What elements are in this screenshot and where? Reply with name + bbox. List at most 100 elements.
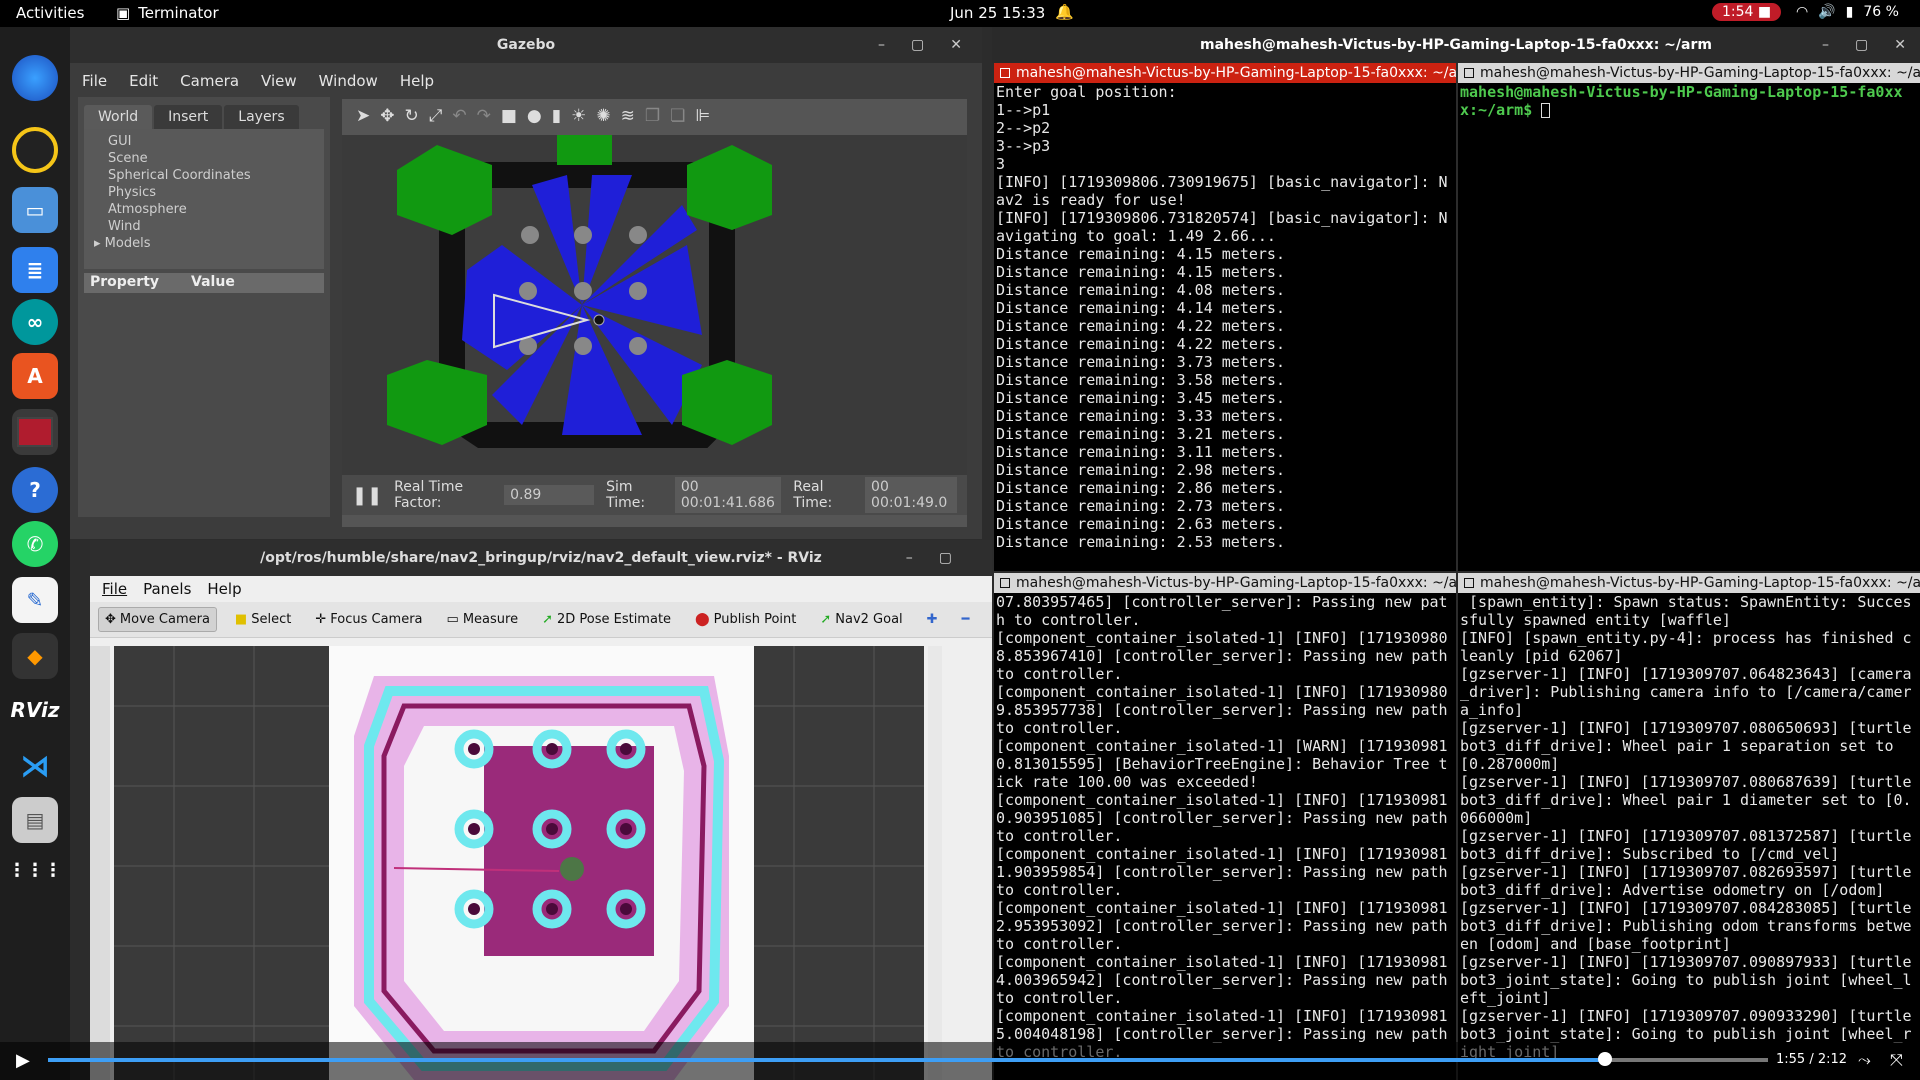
pose-estimate-button[interactable]: ➚ 2D Pose Estimate — [536, 608, 677, 631]
focus-camera-button[interactable]: ✛ Focus Camera — [309, 608, 428, 631]
cylinder-shape-icon[interactable]: ▮ — [552, 106, 561, 126]
terminal-pane-4-title[interactable]: mahesh@mahesh-Victus-by-HP-Gaming-Laptop… — [1458, 573, 1920, 593]
menu-window[interactable]: Window — [319, 72, 378, 90]
tree-item-models[interactable]: ▸ Models — [94, 235, 300, 252]
publish-point-label: Publish Point — [713, 612, 797, 627]
terminator-titlebar[interactable]: mahesh@mahesh-Victus-by-HP-Gaming-Laptop… — [992, 27, 1920, 63]
menu-camera[interactable]: Camera — [180, 72, 239, 90]
sphere-shape-icon[interactable]: ● — [527, 106, 542, 126]
terminal-pane-3-output[interactable]: 07.803957465] [controller_server]: Passi… — [994, 593, 1456, 1061]
rviz-3d-view[interactable] — [114, 646, 924, 1080]
gazebo-scene[interactable] — [342, 135, 967, 475]
tree-item-spherical-coordinates[interactable]: Spherical Coordinates — [108, 167, 300, 184]
align-icon[interactable]: ⊫ — [695, 106, 710, 126]
directional-light-icon[interactable]: ≋ — [621, 106, 635, 126]
terminal-pane-1[interactable]: mahesh@mahesh-Victus-by-HP-Gaming-Laptop… — [994, 63, 1456, 571]
active-app-menu[interactable]: ▣ Terminator — [116, 4, 219, 22]
minimize-icon[interactable]: – — [878, 27, 885, 63]
redo-icon[interactable]: ↷ — [477, 106, 491, 126]
files-icon[interactable]: ▭ — [12, 187, 58, 233]
spot-light-icon[interactable]: ✺ — [596, 106, 610, 126]
select-arrow-icon[interactable]: ➤ — [356, 106, 370, 126]
help-icon[interactable]: ? — [12, 467, 58, 513]
terminal-pane-1-title[interactable]: mahesh@mahesh-Victus-by-HP-Gaming-Laptop… — [994, 63, 1456, 83]
activities-button[interactable]: Activities — [16, 4, 84, 22]
screen-recording-indicator[interactable]: 1:54 ■ — [1712, 3, 1782, 21]
arduino-icon[interactable]: ∞ — [12, 299, 58, 345]
remove-tool-button[interactable]: ━ — [956, 608, 976, 631]
select-button[interactable]: ■ Select — [229, 608, 297, 631]
move-camera-button[interactable]: ✥ Move Camera — [98, 607, 217, 632]
real-time-label: Real Time: — [793, 479, 833, 511]
terminator-icon[interactable] — [12, 409, 58, 455]
disk-icon[interactable]: ▤ — [12, 797, 58, 843]
tree-item-physics[interactable]: Physics — [108, 184, 300, 201]
terminal-pane-2[interactable]: mahesh@mahesh-Victus-by-HP-Gaming-Laptop… — [1458, 63, 1920, 571]
text-editor-icon[interactable]: ✎ — [12, 577, 58, 623]
nav2-goal-button[interactable]: ➚ Nav2 Goal — [814, 608, 908, 631]
menu-view[interactable]: View — [261, 72, 297, 90]
terminal-pane-2-title[interactable]: mahesh@mahesh-Victus-by-HP-Gaming-Laptop… — [1458, 63, 1920, 83]
menu-edit[interactable]: Edit — [129, 72, 158, 90]
system-tray[interactable]: ◠ 🔊 ▮ 76 % — [1796, 4, 1899, 20]
rviz-left-dock-handle[interactable] — [90, 646, 110, 1080]
gazebo-titlebar[interactable]: Gazebo – ▢ ✕ — [70, 27, 982, 63]
video-seek-bar[interactable] — [48, 1052, 1768, 1066]
scale-icon[interactable]: ⤢ — [429, 106, 443, 126]
rotate-icon[interactable]: ↻ — [405, 106, 419, 126]
pause-icon[interactable]: ❚❚ — [352, 485, 382, 506]
clock[interactable]: Jun 25 15:33 — [950, 4, 1045, 22]
close-icon[interactable]: ✕ — [1894, 27, 1906, 63]
show-apps-icon[interactable]: ⋮⋮⋮ — [8, 847, 62, 893]
ruler-icon: ▭ — [446, 612, 459, 627]
minimize-icon[interactable]: – — [1822, 27, 1829, 63]
terminal-pane-2-output[interactable]: mahesh@mahesh-Victus-by-HP-Gaming-Laptop… — [1458, 83, 1920, 119]
undo-icon[interactable]: ↶ — [452, 106, 466, 126]
app-center-icon[interactable]: A — [12, 353, 58, 399]
terminal-pane-4[interactable]: mahesh@mahesh-Victus-by-HP-Gaming-Laptop… — [1458, 573, 1920, 1080]
maximize-icon[interactable]: ▢ — [1855, 27, 1868, 63]
play-icon[interactable]: ▶ — [16, 1050, 30, 1071]
minimize-icon[interactable]: – — [906, 540, 913, 576]
terminal-pane-1-output[interactable]: Enter goal position: 1-->p1 2-->p2 3-->p… — [994, 83, 1456, 551]
video-seek-knob[interactable] — [1597, 1052, 1612, 1066]
menu-help[interactable]: Help — [400, 72, 434, 90]
menu-file[interactable]: File — [102, 580, 127, 598]
tree-item-gui[interactable]: GUI — [108, 133, 300, 150]
tree-item-atmosphere[interactable]: Atmosphere — [108, 201, 300, 218]
vscode-icon[interactable]: ⋊ — [12, 743, 58, 789]
tree-item-wind[interactable]: Wind — [108, 218, 300, 235]
tab-world[interactable]: World — [84, 105, 153, 129]
maximize-icon[interactable]: ▢ — [939, 540, 952, 576]
rviz-right-scroll[interactable] — [928, 646, 942, 1080]
maximize-icon[interactable]: ▢ — [911, 27, 924, 63]
speed-icon[interactable]: ⤳ — [1858, 1050, 1871, 1070]
terminal-pane-3[interactable]: mahesh@mahesh-Victus-by-HP-Gaming-Laptop… — [994, 573, 1456, 1080]
fullscreen-icon[interactable]: ⤧ — [1890, 1050, 1903, 1070]
measure-button[interactable]: ▭ Measure — [441, 608, 525, 631]
terminal-pane-3-title[interactable]: mahesh@mahesh-Victus-by-HP-Gaming-Laptop… — [994, 573, 1456, 593]
writer-icon[interactable]: ≣ — [12, 247, 58, 293]
menu-help[interactable]: Help — [207, 580, 241, 598]
rviz-icon[interactable]: RViz — [10, 687, 60, 733]
paste-icon[interactable]: ❏ — [670, 106, 685, 126]
box-shape-icon[interactable]: ■ — [501, 106, 517, 126]
add-tool-button[interactable]: ✚ — [921, 608, 944, 631]
select-icon: ■ — [234, 612, 248, 627]
sublime-icon[interactable]: ◆ — [12, 633, 58, 679]
translate-icon[interactable]: ✥ — [380, 106, 394, 126]
tab-insert[interactable]: Insert — [154, 105, 223, 129]
close-icon[interactable]: ✕ — [950, 27, 962, 63]
rhythmbox-icon[interactable] — [12, 127, 58, 173]
copy-icon[interactable]: ❐ — [645, 106, 660, 126]
terminal-pane-4-output[interactable]: [spawn_entity]: Spawn status: SpawnEntit… — [1458, 593, 1920, 1061]
publish-point-button[interactable]: ⬤ Publish Point — [689, 608, 802, 631]
tree-item-scene[interactable]: Scene — [108, 150, 300, 167]
whatsapp-icon[interactable]: ✆ — [12, 521, 58, 567]
menu-panels[interactable]: Panels — [143, 580, 191, 598]
tab-layers[interactable]: Layers — [224, 105, 299, 129]
rviz-titlebar[interactable]: /opt/ros/humble/share/nav2_bringup/rviz/… — [90, 540, 992, 576]
point-light-icon[interactable]: ☀ — [571, 106, 586, 126]
menu-file[interactable]: File — [82, 72, 107, 90]
firefox-icon[interactable] — [12, 55, 58, 101]
